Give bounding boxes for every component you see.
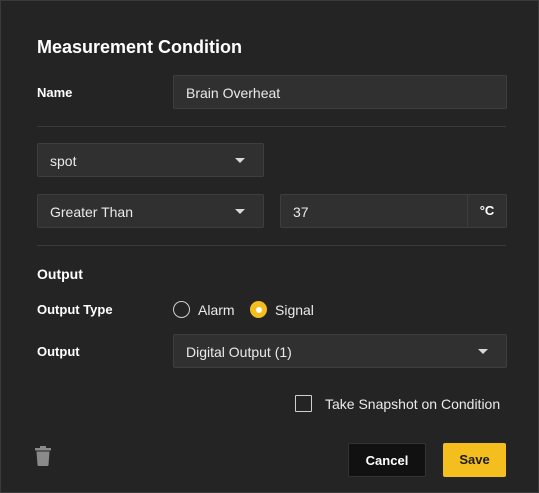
measurement-condition-dialog: Measurement Condition Name Brain Overhea… bbox=[0, 0, 539, 493]
snapshot-checkbox-label[interactable]: Take Snapshot on Condition bbox=[325, 396, 500, 412]
divider-middle bbox=[37, 245, 506, 246]
output-type-label: Output Type bbox=[37, 302, 113, 317]
trash-icon[interactable] bbox=[35, 446, 51, 466]
spot-select-value: spot bbox=[50, 153, 77, 169]
save-button[interactable]: Save bbox=[443, 443, 506, 477]
comparison-select-value: Greater Than bbox=[50, 204, 134, 220]
threshold-input-value: 37 bbox=[293, 204, 309, 220]
threshold-input[interactable]: 37 °C bbox=[280, 194, 507, 228]
unit-label: °C bbox=[467, 195, 506, 227]
radio-alarm[interactable] bbox=[173, 301, 190, 318]
radio-alarm-label[interactable]: Alarm bbox=[198, 302, 235, 318]
snapshot-checkbox[interactable] bbox=[295, 395, 312, 412]
name-label: Name bbox=[37, 85, 73, 100]
output-select[interactable]: Digital Output (1) bbox=[173, 334, 507, 368]
dialog-title: Measurement Condition bbox=[37, 37, 243, 57]
chevron-down-icon bbox=[478, 349, 488, 354]
spot-select[interactable]: spot bbox=[37, 143, 264, 177]
output-label: Output bbox=[37, 344, 80, 359]
chevron-down-icon bbox=[235, 158, 245, 163]
name-input-value: Brain Overheat bbox=[186, 85, 281, 101]
cancel-button[interactable]: Cancel bbox=[348, 443, 426, 477]
name-input[interactable]: Brain Overheat bbox=[173, 75, 507, 109]
radio-signal[interactable] bbox=[250, 301, 267, 318]
radio-signal-label[interactable]: Signal bbox=[275, 302, 314, 318]
output-section-title: Output bbox=[37, 266, 83, 282]
comparison-select[interactable]: Greater Than bbox=[37, 194, 264, 228]
chevron-down-icon bbox=[235, 209, 245, 214]
output-select-value: Digital Output (1) bbox=[186, 344, 292, 360]
divider-top bbox=[37, 126, 506, 127]
